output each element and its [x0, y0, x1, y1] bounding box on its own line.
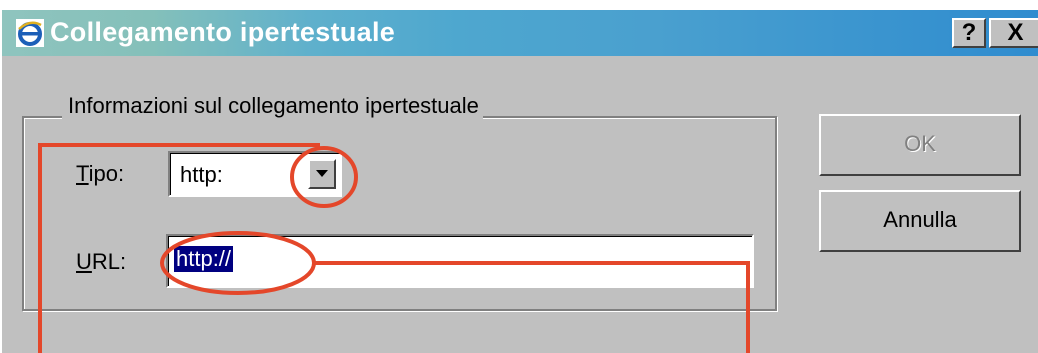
- dropdown-arrow-button[interactable]: [308, 159, 336, 189]
- url-label: URL:: [76, 249, 126, 275]
- title-bar[interactable]: Collegamento ipertestuale ? X: [2, 10, 1038, 56]
- chevron-down-icon: [316, 170, 328, 177]
- ok-button[interactable]: OK: [819, 114, 1021, 176]
- type-label-text: ipo:: [88, 161, 125, 186]
- type-dropdown-value: http:: [180, 162, 223, 187]
- url-label-text: RL:: [91, 249, 127, 274]
- groupbox-legend: Informazioni sul collegamento ipertestua…: [62, 93, 483, 119]
- dialog-title: Collegamento ipertestuale: [50, 17, 396, 47]
- url-label-mnemonic: U: [76, 249, 92, 274]
- url-input[interactable]: http://: [166, 234, 754, 288]
- type-label: Tipo:: [76, 161, 124, 187]
- help-button[interactable]: ?: [952, 18, 986, 48]
- ie-logo-icon: [16, 19, 44, 47]
- close-button[interactable]: X: [989, 18, 1038, 48]
- type-label-mnemonic: T: [76, 161, 89, 186]
- cancel-button[interactable]: Annulla: [819, 190, 1021, 252]
- url-input-selected-text: http://: [174, 246, 234, 272]
- type-dropdown[interactable]: http:: [168, 151, 342, 197]
